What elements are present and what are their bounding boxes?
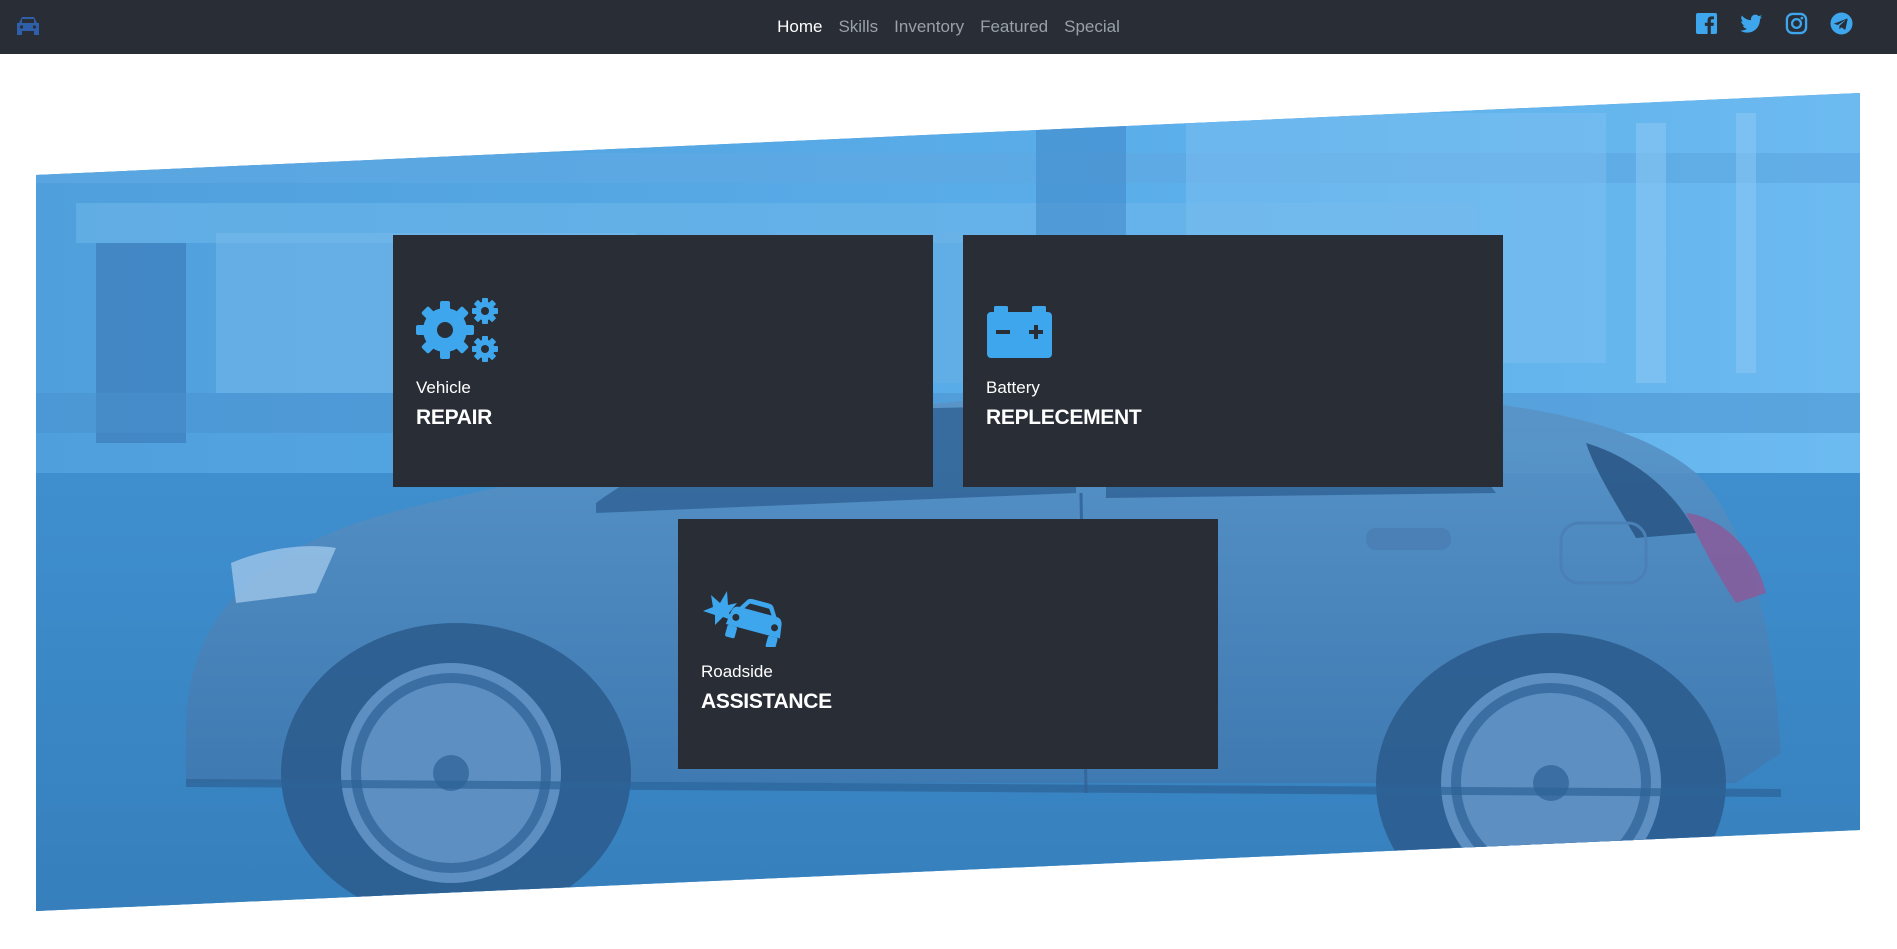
nav-link-special[interactable]: Special: [1064, 17, 1120, 37]
facebook-icon[interactable]: [1695, 12, 1718, 35]
nav-link-featured[interactable]: Featured: [980, 17, 1048, 37]
car-crash-icon: [703, 591, 782, 647]
service-title: REPLECEMENT: [986, 406, 1142, 429]
battery-icon: [987, 306, 1052, 358]
service-subtitle: Battery: [986, 378, 1040, 397]
nav-link-inventory[interactable]: Inventory: [894, 17, 964, 37]
service-subtitle: Roadside: [701, 662, 773, 681]
twitter-icon[interactable]: [1740, 12, 1763, 35]
service-title: ASSISTANCE: [701, 690, 832, 713]
hero-car-image: [36, 93, 1860, 911]
social-links: [1695, 12, 1853, 35]
service-card-repair[interactable]: Vehicle REPAIR: [393, 235, 933, 487]
telegram-icon[interactable]: [1830, 12, 1853, 35]
navbar: Home Skills Inventory Featured Special: [0, 0, 1897, 54]
gears-icon: [416, 298, 498, 362]
nav-menu: Home Skills Inventory Featured Special: [0, 0, 1897, 54]
nav-link-home[interactable]: Home: [777, 17, 822, 37]
service-card-battery[interactable]: Battery REPLECEMENT: [963, 235, 1503, 487]
service-subtitle: Vehicle: [416, 378, 471, 397]
service-title: REPAIR: [416, 406, 492, 429]
hero-banner: [36, 93, 1860, 911]
service-card-roadside[interactable]: Roadside ASSISTANCE: [678, 519, 1218, 769]
nav-link-skills[interactable]: Skills: [838, 17, 878, 37]
instagram-icon[interactable]: [1785, 12, 1808, 35]
